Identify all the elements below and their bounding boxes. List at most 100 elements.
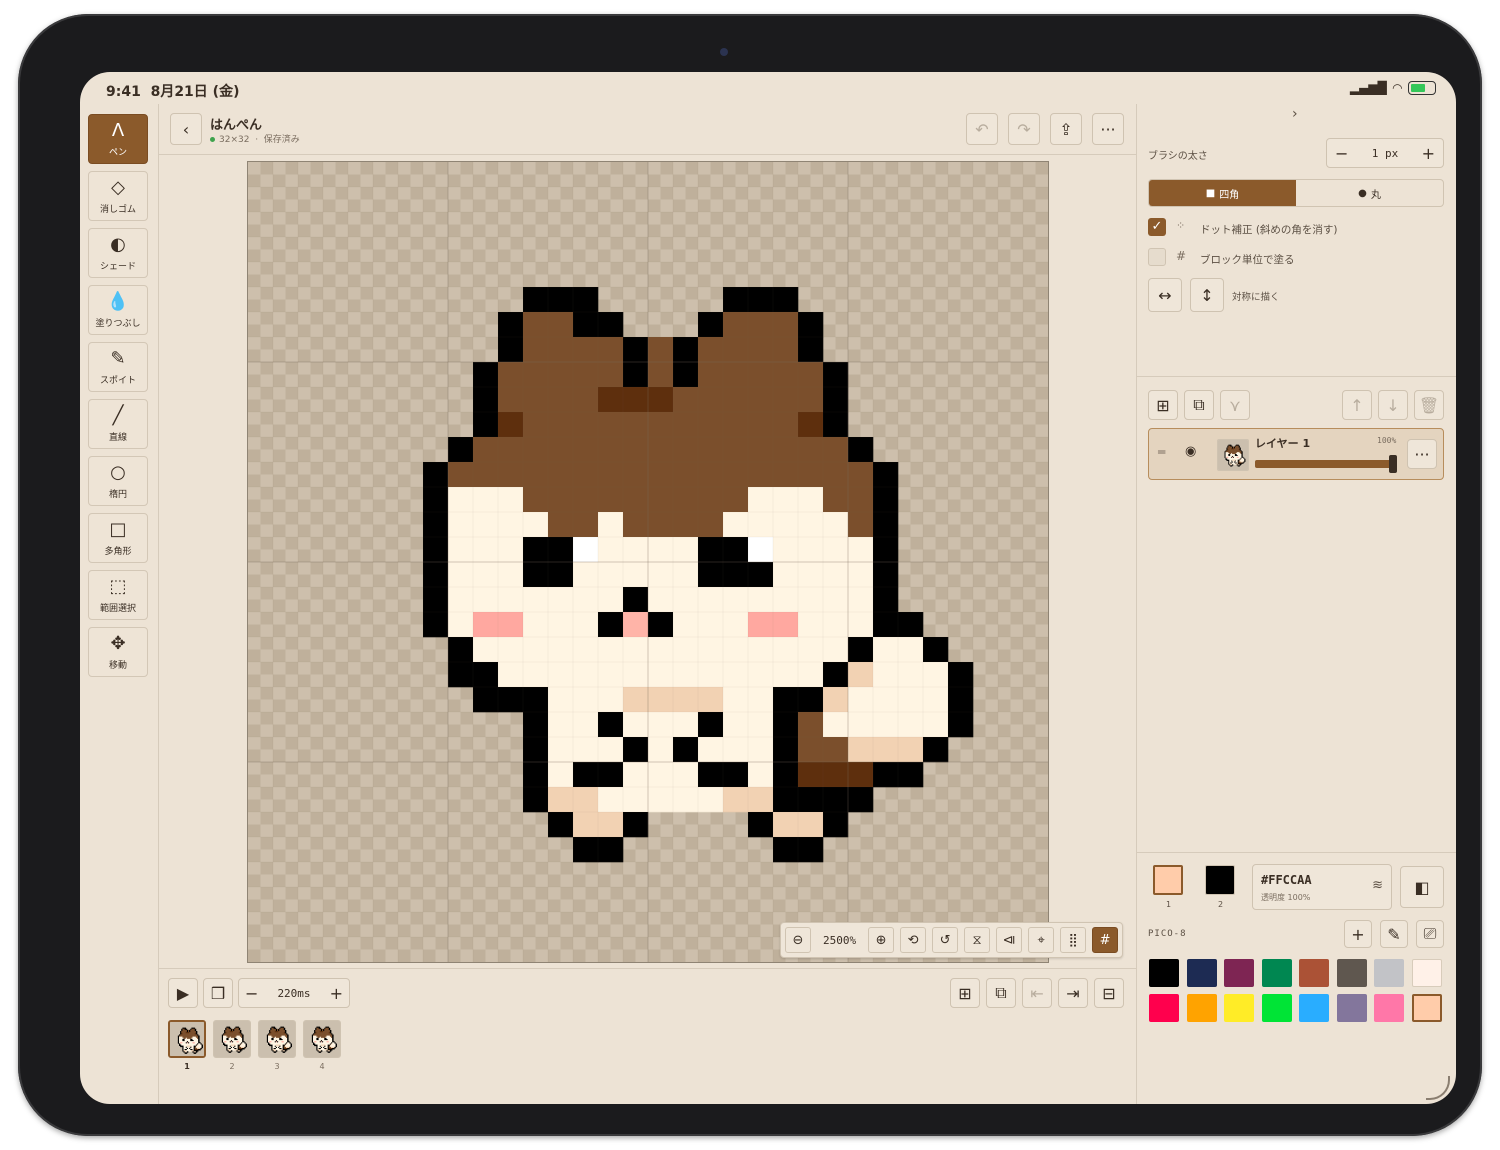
pixel [673, 412, 699, 438]
symmetry-vertical-button[interactable]: ↕ [1190, 278, 1224, 312]
delete-layer-button[interactable]: 🗑 [1414, 390, 1444, 420]
pixel [723, 312, 749, 338]
palette-color-swatch[interactable] [1299, 959, 1329, 987]
palette-color-swatch[interactable] [1224, 959, 1254, 987]
color-editor-field[interactable]: #FFCCAA 透明度 100% ≋ [1252, 864, 1392, 910]
zoom-out-button[interactable]: ⊖ [785, 927, 811, 953]
secondary-color-swatch[interactable] [1205, 865, 1235, 895]
back-button[interactable]: ‹ [170, 113, 202, 145]
move-frame-left-button[interactable]: ⇤ [1022, 978, 1052, 1008]
onion-skin-button[interactable]: ❒ [203, 978, 233, 1008]
tool-eyedropper[interactable]: ✎ スポイト [88, 342, 148, 392]
layer-up-button[interactable]: ↑ [1342, 390, 1372, 420]
layer-down-button[interactable]: ↓ [1378, 390, 1408, 420]
edit-palette-button[interactable]: ✎ [1380, 920, 1408, 948]
shape-square-option[interactable]: ■ 四角 [1149, 180, 1296, 206]
dot-fix-checkbox[interactable]: ✓ [1148, 218, 1166, 236]
layer-opacity-slider[interactable] [1255, 455, 1397, 473]
increase-icon[interactable]: + [1422, 144, 1435, 163]
palette-color-swatch[interactable] [1299, 994, 1329, 1022]
palette-color-swatch[interactable] [1224, 994, 1254, 1022]
tool-ellipse[interactable]: ○ 楕円 [88, 456, 148, 506]
add-color-button[interactable]: + [1344, 920, 1372, 948]
tool-move[interactable]: ✥ 移動 [88, 627, 148, 677]
swap-colors-button[interactable]: ◧ [1400, 866, 1444, 908]
reset-rotation-button[interactable]: ↺ [932, 927, 959, 953]
duplicate-frame-button[interactable]: ⧉ [986, 978, 1016, 1008]
tool-fill-drop[interactable]: 💧 塗りつぶし [88, 285, 148, 335]
pixel [448, 512, 474, 538]
zoom-in-button[interactable]: ⊕ [868, 927, 895, 953]
palette-color-swatch[interactable] [1186, 994, 1217, 1022]
increase-icon[interactable]: + [330, 984, 343, 1003]
grid-toggle-button[interactable]: # [1092, 927, 1119, 953]
decrease-icon[interactable]: − [1335, 144, 1348, 163]
block-fill-checkbox[interactable] [1148, 248, 1166, 266]
share-button[interactable]: ⇪ [1050, 113, 1082, 145]
drag-handle-icon[interactable]: ═ [1158, 445, 1165, 459]
primary-color-swatch[interactable] [1153, 865, 1183, 895]
layer-row[interactable]: ═ ◉ レイヤー 1 100% ··· [1148, 428, 1444, 480]
add-layer-button[interactable]: ⊞ [1148, 390, 1178, 420]
pixel-art[interactable] [248, 162, 1048, 962]
layer-menu-button[interactable]: ··· [1407, 439, 1437, 469]
palette-color-swatch[interactable] [1411, 994, 1442, 1022]
brush-size-stepper[interactable]: − 1 px + [1326, 138, 1444, 168]
palette-color-swatch[interactable] [1374, 994, 1404, 1022]
play-button[interactable]: ▶ [168, 978, 198, 1008]
more-button[interactable]: ··· [1092, 113, 1124, 145]
pixel [698, 712, 724, 738]
tool-pen[interactable]: Ʌ ペン [88, 114, 148, 164]
undo-button[interactable]: ↶ [966, 113, 998, 145]
pixel [573, 712, 599, 738]
flip-horizontal-button[interactable]: ⧏ [996, 927, 1023, 953]
shape-round-option[interactable]: ● 丸 [1296, 180, 1443, 206]
collapse-panel-button[interactable]: › [1292, 106, 1298, 122]
duplicate-layer-button[interactable]: ⧉ [1184, 390, 1214, 420]
pixel [848, 687, 874, 713]
tool-selection[interactable]: ⬚ 範囲選択 [88, 570, 148, 620]
interval-stepper[interactable]: − 220ms + [238, 978, 350, 1008]
tool-eraser[interactable]: ◇ 消しゴム [88, 171, 148, 221]
frame-thumbnail[interactable] [168, 1020, 206, 1058]
tile-button[interactable]: ⣿ [1060, 927, 1087, 953]
palette-color-swatch[interactable] [1336, 959, 1367, 987]
palette-color-swatch[interactable] [1374, 959, 1404, 987]
delete-frame-button[interactable]: ⊟ [1094, 978, 1124, 1008]
play-icon: ▶ [176, 983, 190, 1003]
move-frame-right-button[interactable]: ⇥ [1058, 978, 1088, 1008]
pixel [798, 837, 824, 863]
frame-preview [170, 1022, 204, 1056]
tool-line[interactable]: ╱ 直線 [88, 399, 148, 449]
pixel [798, 687, 824, 713]
palette-color-swatch[interactable] [1149, 994, 1179, 1022]
frame-thumbnail[interactable] [303, 1020, 341, 1058]
shade-icon: ◐ [110, 233, 126, 255]
rotate-canvas-button[interactable]: ⟲ [900, 927, 927, 953]
palette-color-swatch[interactable] [1186, 959, 1217, 987]
palette-color-swatch[interactable] [1411, 959, 1442, 987]
tool-polygon[interactable]: □ 多角形 [88, 513, 148, 563]
tool-shade[interactable]: ◐ シェード [88, 228, 148, 278]
eye-icon[interactable]: ◉ [1185, 444, 1196, 459]
frame-thumbnail[interactable] [258, 1020, 296, 1058]
palette-color-swatch[interactable] [1261, 959, 1292, 987]
palette-color-swatch[interactable] [1261, 994, 1292, 1022]
palette-library-button[interactable]: ⎚ [1416, 920, 1444, 948]
palette-color-swatch[interactable] [1149, 959, 1179, 987]
redo-button[interactable]: ↷ [1008, 113, 1040, 145]
rotate-icon: ⟲ [907, 932, 919, 948]
decrease-icon[interactable]: − [245, 984, 258, 1003]
symmetry-horizontal-button[interactable]: ↔ [1148, 278, 1182, 312]
add-frame-button[interactable]: ⊞ [950, 978, 980, 1008]
frame-thumbnail[interactable] [213, 1020, 251, 1058]
merge-layer-button[interactable]: ⋎ [1220, 390, 1250, 420]
pixel-canvas[interactable] [247, 161, 1049, 963]
pixel [498, 337, 524, 363]
pixel [498, 387, 524, 413]
flip-vertical-button[interactable]: ⧖ [964, 927, 991, 953]
center-button[interactable]: ⌖ [1028, 927, 1055, 953]
opacity-thumb[interactable] [1389, 455, 1397, 473]
palette-color-swatch[interactable] [1336, 994, 1367, 1022]
symmetry-label: 対称に描く [1232, 292, 1280, 303]
